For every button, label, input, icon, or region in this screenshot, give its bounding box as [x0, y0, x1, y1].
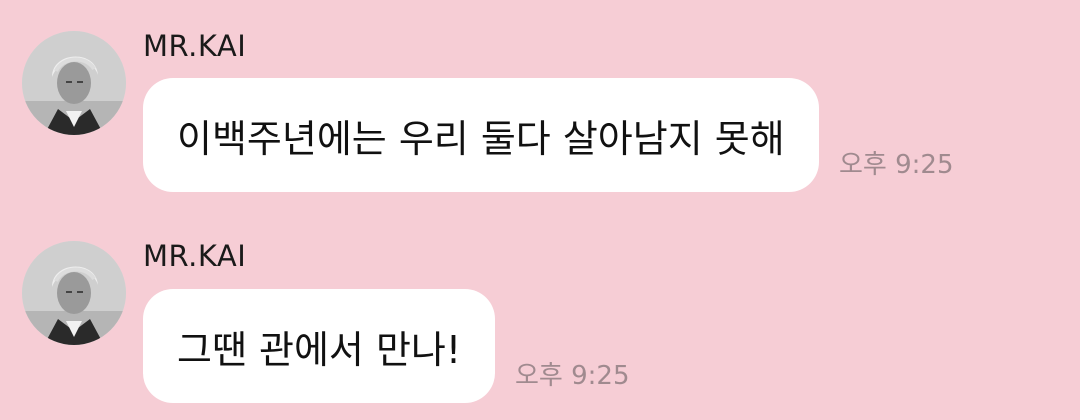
chat-message: MR.KAI 이백주년에는 우리 둘다 살아남지 못해 오후 9:25: [0, 0, 1080, 210]
message-bubble[interactable]: 그땐 관에서 만나!: [143, 289, 496, 403]
avatar[interactable]: [22, 241, 126, 345]
message-timestamp: 오후 9:25: [839, 150, 954, 180]
profile-photo-icon: [22, 31, 126, 135]
chat-message: MR.KAI 그땐 관에서 만나! 오후 9:25: [0, 210, 1080, 420]
message-timestamp: 오후 9:25: [515, 361, 630, 391]
profile-photo-icon: [22, 241, 126, 345]
avatar[interactable]: [22, 31, 126, 135]
sender-name: MR.KAI: [143, 29, 247, 63]
message-bubble[interactable]: 이백주년에는 우리 둘다 살아남지 못해: [143, 78, 819, 192]
sender-name: MR.KAI: [143, 239, 247, 273]
